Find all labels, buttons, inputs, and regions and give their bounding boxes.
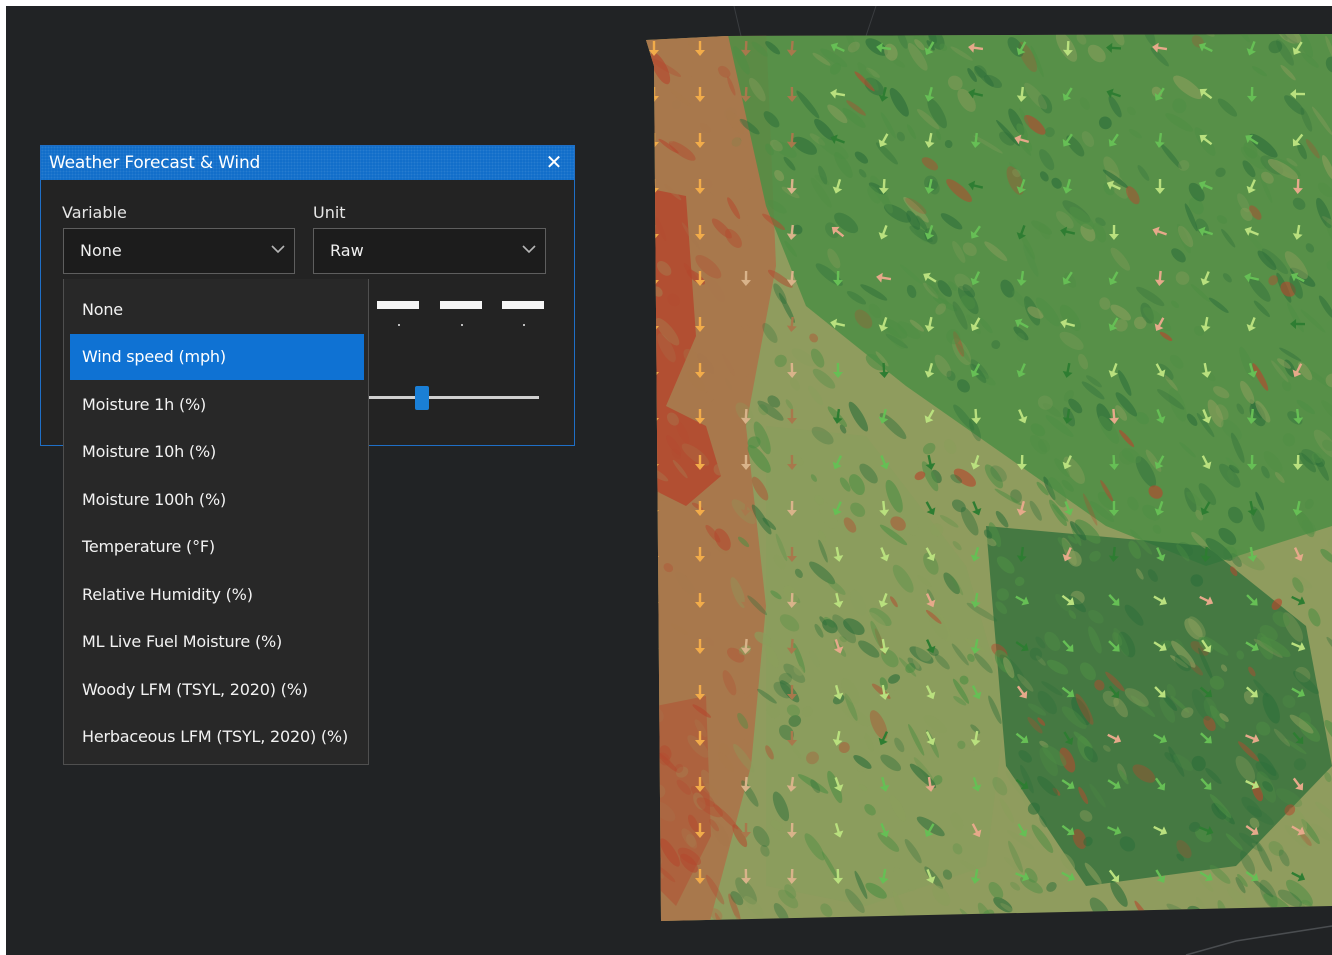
opacity-slider-thumb[interactable]	[415, 386, 429, 410]
legend-tick	[523, 324, 525, 326]
raster-speckle	[1219, 921, 1237, 939]
dropdown-option-moisture-100h[interactable]: Moisture 100h (%)	[70, 477, 364, 523]
map-view[interactable]: Weather Forecast & Wind ✕ Variable Unit …	[6, 6, 1332, 955]
wind-arrow-icon	[649, 639, 659, 654]
raster-speckle	[974, 919, 992, 921]
legend-tick	[461, 324, 463, 326]
raster-speckle	[1307, 910, 1322, 921]
wind-arrow-icon	[649, 731, 659, 746]
legend-swatch	[440, 301, 482, 309]
unit-combo[interactable]: Raw	[313, 228, 546, 274]
opacity-slider-track[interactable]	[363, 396, 539, 399]
variable-label: Variable	[62, 203, 127, 222]
coastline	[1185, 925, 1332, 955]
dropdown-option-herbaceous-lfm[interactable]: Herbaceous LFM (TSYL, 2020) (%)	[70, 714, 364, 760]
dropdown-option-ml-live-fuel-moisture[interactable]: ML Live Fuel Moisture (%)	[70, 619, 364, 665]
dialog-title: Weather Forecast & Wind	[49, 153, 261, 173]
wind-arrow-icon	[649, 593, 659, 608]
raster-speckle	[935, 919, 944, 921]
legend-tick	[398, 324, 400, 326]
raster-speckle	[1112, 911, 1125, 921]
variable-dropdown-list: None Wind speed (mph) Moisture 1h (%) Mo…	[63, 279, 369, 765]
wind-arrow-icon	[649, 777, 659, 792]
variable-combo[interactable]: None	[63, 228, 295, 274]
dropdown-option-none[interactable]: None	[70, 287, 364, 333]
unit-label: Unit	[313, 203, 346, 222]
wind-arrow-icon	[649, 547, 659, 562]
wind-arrow-icon	[649, 869, 659, 884]
dropdown-option-wind-speed[interactable]: Wind speed (mph)	[70, 334, 364, 380]
legend-swatch	[377, 301, 419, 309]
dialog-titlebar[interactable]: Weather Forecast & Wind ✕	[41, 146, 574, 180]
forecast-raster	[646, 34, 1332, 939]
legend-swatch	[502, 301, 544, 309]
dropdown-option-moisture-10h[interactable]: Moisture 10h (%)	[70, 429, 364, 475]
border-line	[865, 6, 877, 37]
dropdown-option-relative-humidity[interactable]: Relative Humidity (%)	[70, 572, 364, 618]
dropdown-option-temperature[interactable]: Temperature (°F)	[70, 524, 364, 570]
raster-speckle	[950, 917, 964, 921]
chevron-down-icon	[271, 245, 285, 254]
close-icon[interactable]: ✕	[542, 150, 566, 174]
chevron-down-icon	[522, 245, 536, 254]
unit-combo-value: Raw	[330, 241, 364, 260]
raster-speckle	[1282, 916, 1296, 921]
dropdown-option-moisture-1h[interactable]: Moisture 1h (%)	[70, 382, 364, 428]
dropdown-option-woody-lfm[interactable]: Woody LFM (TSYL, 2020) (%)	[70, 667, 364, 713]
wind-arrow-icon	[649, 501, 659, 516]
wind-arrow-icon	[649, 685, 659, 700]
wind-arrow-icon	[649, 823, 659, 838]
raster-speckle	[1147, 923, 1162, 939]
variable-combo-value: None	[80, 241, 122, 260]
border-line	[733, 6, 742, 37]
raster-speckle	[880, 921, 894, 934]
